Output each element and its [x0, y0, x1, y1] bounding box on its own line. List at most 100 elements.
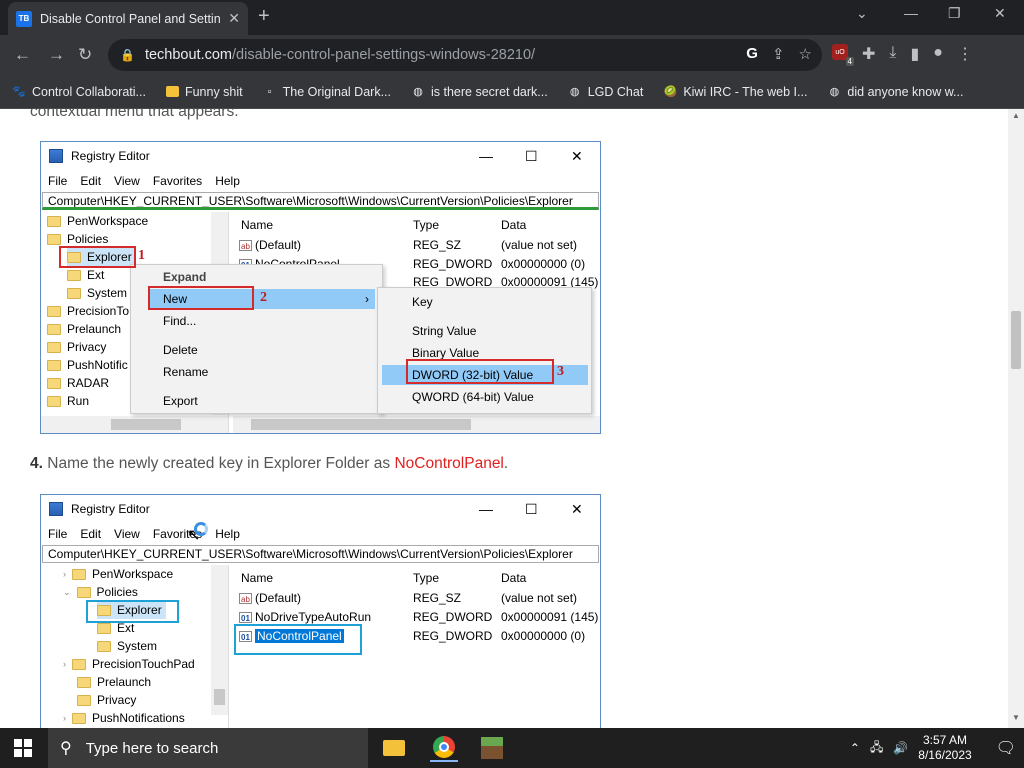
chevron-up-icon[interactable]: ⌃ — [850, 741, 860, 755]
annotation-box-explorer — [86, 600, 179, 623]
scroll-up-icon[interactable]: ▲ — [1012, 111, 1020, 120]
tree-item: Privacy — [47, 338, 106, 356]
maximize-icon: ☐ — [525, 148, 538, 164]
clock[interactable]: 3:57 AM 8/16/2023 — [918, 733, 971, 763]
bookmark-star-icon[interactable]: ☆ — [799, 45, 812, 63]
bookmark-item[interactable]: 🥝 Kiwi IRC - The web I... — [663, 85, 807, 99]
lock-icon[interactable]: 🔒 — [120, 48, 135, 62]
regedit-title: Registry Editor — [71, 149, 150, 163]
chrome-icon[interactable] — [430, 734, 458, 762]
page-scrollbar[interactable]: ▲ ▼ — [1008, 109, 1024, 728]
value-type: REG_DWORD — [413, 610, 493, 624]
back-icon[interactable]: ← — [14, 45, 31, 65]
bookmark-item[interactable]: ◍ LGD Chat — [568, 85, 643, 99]
scrollbar-thumb[interactable] — [1011, 311, 1021, 369]
profile-avatar-icon[interactable]: ● — [933, 44, 943, 64]
search-icon: ⚲ — [60, 740, 72, 757]
side-panel-icon[interactable]: ▮ — [910, 44, 919, 64]
download-icon[interactable]: ⤓ — [889, 44, 896, 64]
bookmark-item[interactable]: ◍ did anyone know w... — [827, 85, 964, 99]
bookmark-item[interactable]: ◍ is there secret dark... — [411, 85, 548, 99]
folder-icon — [76, 586, 91, 598]
menu-kebab-icon[interactable]: ⋮ — [957, 44, 973, 64]
bookmark-item[interactable]: ▫ The Original Dark... — [263, 85, 391, 99]
minimize-icon[interactable]: — — [904, 5, 918, 21]
column-data: Data — [501, 571, 527, 585]
folder-icon — [77, 676, 91, 688]
close-window-icon[interactable]: ✕ — [994, 5, 1006, 22]
bookmark-item[interactable]: 🐾 Control Collaborati... — [12, 85, 146, 99]
new-tab-icon[interactable]: + — [258, 5, 270, 28]
browser-tab[interactable]: TB Disable Control Panel and Setting ✕ — [8, 2, 248, 35]
tree-hscrollbar — [41, 416, 228, 433]
value-type: REG_DWORD — [413, 257, 493, 271]
folder-icon — [47, 359, 61, 371]
menu-favorites: Favorites — [152, 174, 203, 188]
bookmark-item[interactable]: Funny shit — [165, 85, 243, 99]
folder-icon — [72, 568, 86, 580]
tab-title: Disable Control Panel and Setting — [40, 11, 221, 26]
dword-value-icon: 01 — [239, 612, 252, 624]
step-number: 4. — [30, 455, 43, 472]
volume-icon[interactable]: 🔊 — [893, 741, 908, 755]
minimize-icon: — — [479, 148, 493, 164]
tab-close-icon[interactable]: ✕ — [228, 10, 240, 27]
annotation-box-nocontrolpanel — [234, 624, 362, 655]
minimize-icon: — — [479, 501, 493, 517]
regedit-address-bar: Computer\HKEY_CURRENT_USER\Software\Micr… — [42, 545, 599, 563]
tree-item: Run — [47, 392, 89, 410]
forward-icon[interactable]: → — [48, 45, 65, 65]
search-placeholder: Type here to search — [85, 739, 219, 757]
value-data: 0x00000091 (145) — [501, 610, 599, 624]
column-name: Name — [241, 571, 274, 585]
tree-item: › PrecisionTouchPad — [63, 657, 195, 671]
taskbar-search[interactable]: ⚲ Type here to search — [48, 728, 368, 768]
windows-start-icon[interactable] — [14, 739, 32, 757]
clock-date: 8/16/2023 — [918, 748, 972, 762]
folder-icon — [47, 377, 61, 389]
share-icon[interactable]: ⇪ — [772, 45, 785, 63]
restore-icon[interactable]: ❐ — [948, 5, 961, 22]
loading-spinner-icon — [194, 522, 208, 536]
globe-icon: ◍ — [569, 86, 580, 98]
menu-file: File — [48, 174, 68, 188]
annotation-number-3: 3 — [557, 364, 564, 379]
network-icon[interactable]: 🖧 — [870, 738, 883, 759]
ublock-extension-icon[interactable]: uO 4 — [832, 44, 854, 66]
file-explorer-icon[interactable] — [380, 734, 408, 762]
close-icon: ✕ — [571, 501, 583, 517]
regedit-menubar: File Edit View Favorites Help — [41, 523, 600, 545]
scroll-down-icon[interactable]: ▼ — [1012, 713, 1020, 722]
annotation-box-2 — [148, 286, 254, 310]
tree-item: PushNotific — [47, 356, 128, 374]
reload-icon[interactable]: ↻ — [78, 45, 92, 65]
address-bar[interactable]: 🔒 techbout.com/disable-control-panel-set… — [108, 39, 822, 71]
string-value-icon: ab — [239, 593, 252, 605]
value-data: (value not set) — [501, 238, 578, 252]
extensions-puzzle-icon[interactable]: ✚ — [862, 44, 875, 64]
column-name: Name — [241, 218, 274, 232]
tree-item: Prelaunch — [77, 673, 151, 691]
tree-item: System — [97, 637, 157, 655]
menu-edit: Edit — [80, 174, 102, 188]
value-type: REG_DWORD — [413, 629, 493, 643]
tree-item: PrecisionTo — [47, 302, 129, 320]
regedit-app-icon — [49, 502, 63, 516]
tree-item: Prelaunch — [47, 320, 121, 338]
google-icon[interactable]: G — [746, 45, 758, 63]
tree-item: Privacy — [77, 691, 136, 709]
menu-edit: Edit — [80, 527, 102, 541]
folder-icon — [47, 215, 61, 227]
value-row: ab (Default) — [239, 238, 301, 252]
article-content: contextual menu that appears. Registry E… — [0, 109, 1008, 728]
notifications-icon[interactable]: 🗨 — [996, 738, 1016, 758]
bookmark-label: Control Collaborati... — [32, 84, 146, 99]
annotation-box-1 — [59, 246, 136, 268]
folder-icon — [97, 640, 111, 652]
column-type: Type — [413, 218, 440, 232]
ctx-expand: Expand — [163, 270, 207, 284]
tab-search-icon[interactable]: ⌄ — [856, 5, 868, 22]
bookmark-label: The Original Dark... — [282, 84, 391, 99]
minecraft-icon[interactable] — [478, 734, 506, 762]
folder-icon — [77, 694, 91, 706]
